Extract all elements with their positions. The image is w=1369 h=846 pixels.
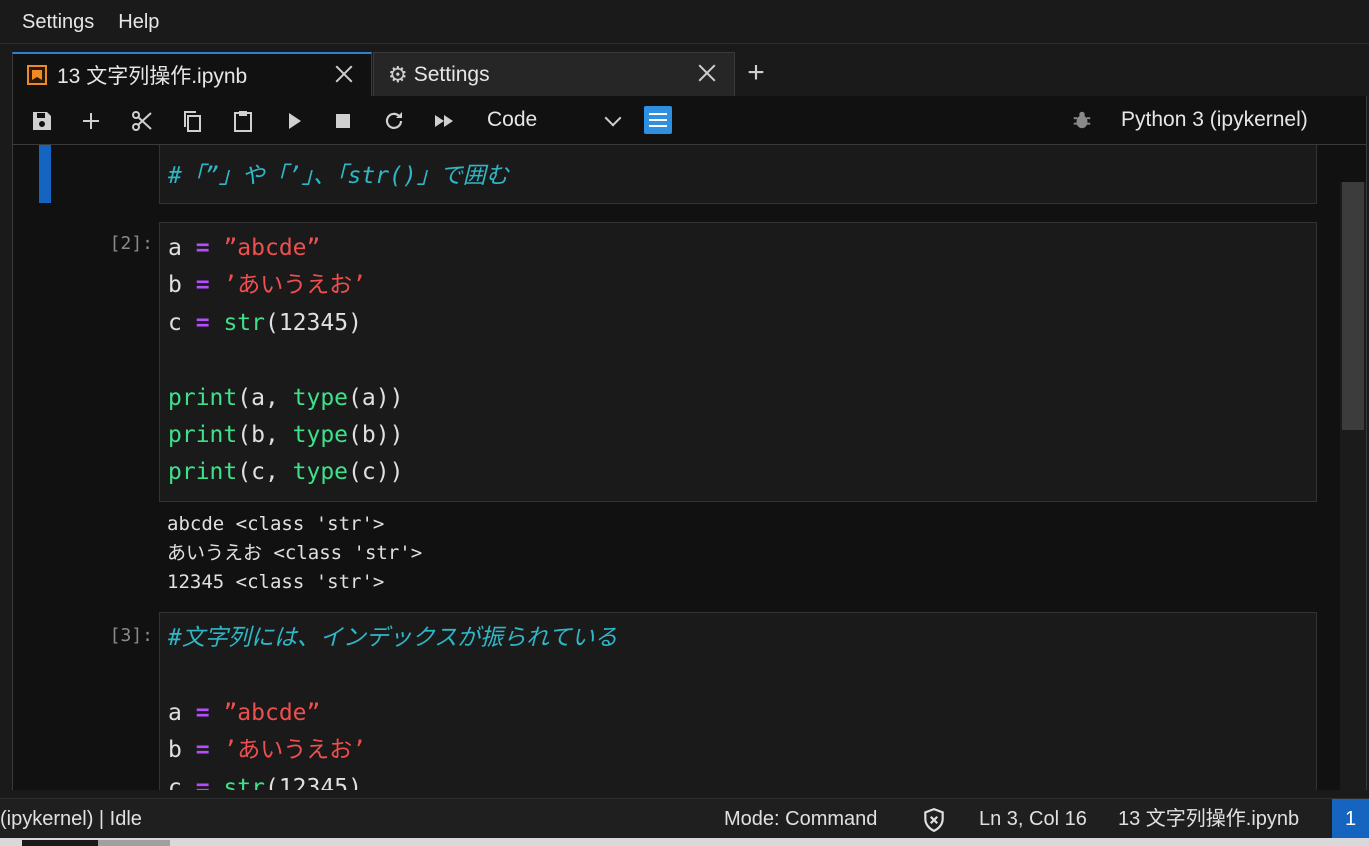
close-icon[interactable] <box>331 61 357 87</box>
code-line: print(a, type(a)) <box>168 385 404 411</box>
chevron-down-icon <box>604 109 622 127</box>
notification-badge[interactable]: 1 <box>1332 799 1369 839</box>
file-name: 13 文字列操作.ipynb <box>1118 808 1300 830</box>
gear-icon: ⚙ <box>388 61 408 87</box>
code-line: b = ’あいうえお’ <box>168 737 367 763</box>
tab-bar: 13 文字列操作.ipynb ⚙ Settings + <box>0 44 1369 96</box>
copy-button[interactable] <box>177 106 207 136</box>
notebook-panel: #文字列を定義するには #「”」や「’」、「str()」で囲む [2]: a =… <box>12 145 1367 790</box>
code-cell-1[interactable]: #文字列を定義するには #「”」や「’」、「str()」で囲む <box>159 145 1317 204</box>
code-line: #「”」や「’」、「str()」で囲む <box>168 163 509 189</box>
notebook-toolbar: Code Python 3 (ipykernel) <box>12 96 1367 145</box>
code-line: print(c, type(c)) <box>168 459 404 485</box>
run-all-button[interactable] <box>429 106 459 136</box>
fast-forward-icon <box>435 115 453 127</box>
insert-cell-button[interactable] <box>76 106 106 136</box>
bottom-strip <box>0 838 1369 846</box>
code-line: a = ”abcde” <box>168 235 321 261</box>
active-cell-indicator <box>39 145 51 203</box>
stop-button[interactable] <box>328 106 358 136</box>
add-tab-button[interactable]: + <box>738 56 774 92</box>
tab-label: 13 文字列操作.ipynb <box>57 65 248 88</box>
tab-settings[interactable]: ⚙ Settings <box>373 52 735 96</box>
code-line: a = ”abcde” <box>168 700 321 726</box>
cell-prompt: [3]: <box>109 625 153 646</box>
code-line: #文字列には、インデックスが振られている <box>168 625 618 651</box>
kernel-status[interactable]: (ipykernel) | Idle <box>0 799 142 839</box>
cell-output: abcde <class 'str'> あいうえお <class 'str'> … <box>167 510 1267 597</box>
code-line: c = str(12345) <box>168 310 362 336</box>
run-icon <box>289 113 301 129</box>
tab-notebook[interactable]: 13 文字列操作.ipynb <box>12 52 372 96</box>
cell-prompt: [2]: <box>109 233 153 254</box>
stop-icon <box>336 114 350 128</box>
notebook-icon <box>27 65 47 85</box>
cell-type-select[interactable]: Code <box>487 104 623 136</box>
code-line: #文字列を定義するには <box>168 147 412 156</box>
tab-label: Settings <box>413 62 490 86</box>
shield-icon[interactable] <box>921 807 947 833</box>
add-icon <box>83 113 99 129</box>
code-line: print(b, type(b)) <box>168 422 404 448</box>
menu-help[interactable]: Help <box>106 0 171 44</box>
output-line: abcde <class 'str'> <box>167 513 385 535</box>
paste-icon <box>234 111 252 132</box>
restart-button[interactable] <box>379 106 409 136</box>
status-bar: (ipykernel) | Idle Mode: Command Ln 3, C… <box>0 798 1369 839</box>
cell-type-value: Code <box>487 108 538 131</box>
code-line: b = ’あいうえお’ <box>168 272 367 298</box>
kernel-name[interactable]: Python 3 (ipykernel) <box>1121 104 1308 136</box>
cursor-position[interactable]: Ln 3, Col 16 <box>979 799 1087 839</box>
menu-bar: Settings Help <box>0 0 1369 44</box>
bug-icon[interactable] <box>1071 109 1093 131</box>
property-inspector-button[interactable] <box>644 106 672 134</box>
code-line: c = str(12345) <box>168 775 362 790</box>
paste-button[interactable] <box>228 106 258 136</box>
cut-icon <box>132 111 152 131</box>
code-cell-3[interactable]: #文字列には、インデックスが振られている a = ”abcde” b = ’あい… <box>159 612 1317 790</box>
code-cell-2[interactable]: a = ”abcde” b = ’あいうえお’ c = str(12345) p… <box>159 222 1317 502</box>
close-icon[interactable] <box>694 60 720 86</box>
copy-icon <box>184 111 201 132</box>
restart-icon <box>385 112 403 129</box>
cut-button[interactable] <box>127 106 157 136</box>
menu-settings[interactable]: Settings <box>10 0 106 44</box>
output-line: あいうえお <class 'str'> <box>167 542 423 564</box>
save-button[interactable] <box>27 106 57 136</box>
run-button[interactable] <box>279 106 309 136</box>
mode-indicator: Mode: Command <box>724 808 878 830</box>
scrollbar-thumb[interactable] <box>1342 182 1364 430</box>
save-icon <box>33 112 51 130</box>
output-line: 12345 <class 'str'> <box>167 571 385 593</box>
